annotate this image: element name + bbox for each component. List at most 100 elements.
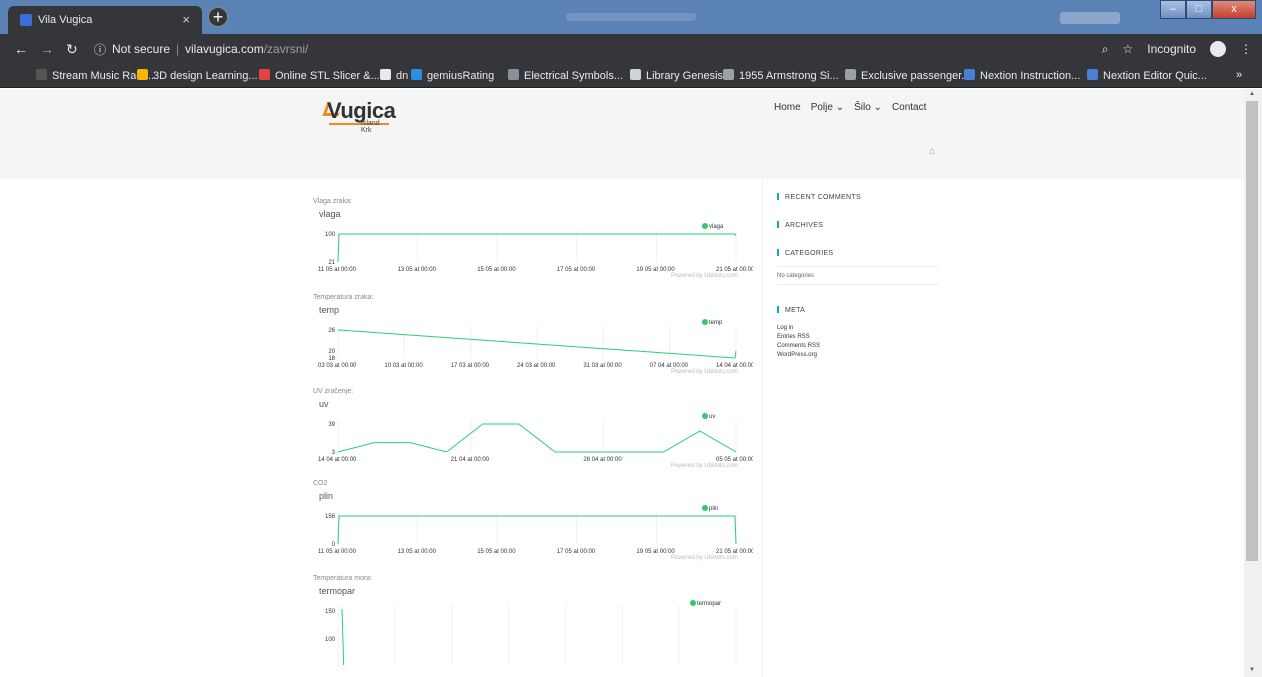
nav-polje[interactable]: Polje ⌄ [811,102,844,113]
nav-contact[interactable]: Contact [892,102,926,113]
x-tick-label: 13 05 at 00:00 [398,549,437,555]
nav-silo[interactable]: Šilo ⌄ [854,102,882,113]
meta-comments-rss-link[interactable]: Comments RSS [777,343,820,349]
logo-tagline: Island Krk [361,120,380,134]
legend-dot [702,223,708,229]
x-tick-label: 19 05 at 00:00 [636,267,675,273]
x-tick-label: 17 05 at 00:00 [557,267,596,273]
nav-home[interactable]: Home [774,102,801,113]
scroll-thumb[interactable] [1246,101,1258,561]
menu-icon[interactable]: ⋮ [1240,42,1252,56]
chart-svg: 156 011 05 at 00:00 13 05 at 00:00 15 05 at… [318,505,753,561]
x-tick-label: 31 03 at 00:00 [583,363,622,369]
y-tick-label: 156 [325,514,336,520]
back-icon[interactable]: ← [14,41,28,57]
main-nav: Home Polje ⌄ Šilo ⌄ Contact [774,102,926,113]
series-line-termopar [341,608,345,665]
x-tick-label: 17 05 at 00:00 [557,549,596,555]
browser-tab[interactable]: Vila Vugica × [8,6,202,34]
chart-termopar: Temperatura mora:termopar15010050termopa… [313,575,753,665]
x-tick-label: 21 04 at 00:00 [451,457,490,463]
sidebar-divider [762,180,763,677]
legend-dot [702,319,708,325]
close-window-button[interactable]: x [1212,0,1256,19]
not-secure-label: Not secure [112,42,171,56]
bookmark-label: Electrical Symbols... [524,70,624,82]
bookmark-item[interactable]: 3D design Learning... [137,69,258,82]
bookmark-item[interactable]: gemiusRating [411,69,494,82]
site-logo[interactable]: Vugica Island Krk [322,97,396,134]
maximize-button[interactable]: □ [1186,0,1212,19]
zoom-icon[interactable]: ⌕ [1102,42,1109,57]
legend-dot [690,600,696,606]
home-icon[interactable]: ⌂ [929,146,935,157]
x-tick-label: 14 04 at 00:00 [318,457,357,463]
scroll-up-icon[interactable]: ▲ [1249,91,1255,97]
chart-title: plin [319,491,334,501]
page-scrollbar[interactable]: ▲ ▼ [1244,89,1262,677]
widget-rule [777,266,939,267]
new-tab-button[interactable]: + [208,7,228,27]
tab-close-icon[interactable]: × [182,12,190,27]
bookmark-item[interactable]: 1955 Armstrong Si... [723,69,839,82]
bookmarks-more-icon[interactable]: » [1236,69,1242,81]
chart-title: termopar [319,586,356,596]
widget-rule [777,284,939,285]
scroll-down-icon[interactable]: ▼ [1249,667,1255,673]
bookmark-icon [845,69,856,80]
star-icon[interactable]: ☆ [1123,42,1134,56]
tab-title: Vila Vugica [38,14,93,26]
y-tick-label: 100 [325,637,336,643]
chart-label: UV zračenje: [313,388,354,395]
x-tick-label: 15 05 at 00:00 [477,267,516,273]
legend-label: plin [709,506,718,512]
info-icon[interactable]: ⓘ [94,41,106,58]
powered-by-label: Powered by Ubidots.com [671,463,738,469]
bookmark-icon [380,69,391,80]
chart-svg: 100 2111 05 at 00:00 13 05 at 00:00 15 05 a… [318,223,753,279]
forward-icon[interactable]: → [40,41,54,57]
bookmark-label: 3D design Learning... [153,70,258,82]
legend-label: vlaga [709,224,724,230]
x-tick-label: 13 05 at 00:00 [398,267,437,273]
bookmark-label: gemiusRating [427,70,495,82]
x-tick-label: 24 03 at 00:00 [517,363,556,369]
window-titlebar: Vila Vugica × + – □ x [0,0,1262,34]
bookmark-item[interactable]: dn [380,69,408,82]
chart-svg: 26 201803 03 at 00:00 10 03 at 00:00 17 03 … [318,319,753,375]
url-text[interactable]: vilavugica.com/zavrsni/ [185,42,308,56]
reload-icon[interactable]: ↻ [66,41,78,58]
meta-entries-rss-link[interactable]: Entries RSS [777,334,810,340]
x-tick-label: 03 03 at 00:00 [318,363,357,369]
chart-label: Temperatura mora: [313,575,373,582]
no-categories-text: No categories [777,273,815,279]
powered-by-label: Powered by Ubidots.com [671,555,738,561]
bookmark-label: Nextion Editor Quic... [1103,70,1207,82]
bookmark-label: Nextion Instruction... [980,70,1081,82]
chart-plin: CO2 plin 156 0 11 05 at 00:00 13 05 at 00:00 1… [313,480,753,566]
bookmark-item[interactable]: Online STL Slicer &... [259,69,380,82]
bookmark-item[interactable]: Nextion Instruction... [964,69,1080,82]
chart-vlaga: Vlaga zraka: vlaga 100 21 11 05 at 00:00 13 0… [313,198,753,284]
window-title-blurred [566,13,696,21]
widget-meta: META [777,306,805,314]
y-tick-label: 18 [328,356,335,362]
bookmark-icon [36,69,47,80]
bookmark-item[interactable]: Library Genesis [630,69,723,82]
incognito-icon[interactable] [1210,41,1226,57]
powered-by-label: Powered by Ubidots.com [671,273,738,279]
chart-temp: Temperatura zraka: temp 26 20 18 03 03 at 00:… [313,294,753,380]
bookmark-item[interactable]: Exclusive passenger... [845,69,970,82]
minimize-button[interactable]: – [1160,0,1186,19]
x-tick-label: 11 05 at 00:00 [318,267,357,273]
chart-title: temp [319,305,340,315]
series-line-uv [337,423,737,453]
bookmark-icon [723,69,734,80]
meta-login-link[interactable]: Log in [777,325,793,331]
address-bar[interactable]: ⓘ Not secure | vilavugica.com/zavrsni/ [90,39,1090,59]
chart-uv: UV zračenje: uv 39 3 14 04 at 00:00 21 04 at … [313,388,753,474]
bookmark-item[interactable]: Nextion Editor Quic... [1087,69,1207,82]
meta-wordpress-link[interactable]: WordPress.org [777,352,817,358]
bookmark-item[interactable]: Electrical Symbols... [508,69,623,82]
powered-by-label: Powered by Ubidots.com [671,369,738,375]
